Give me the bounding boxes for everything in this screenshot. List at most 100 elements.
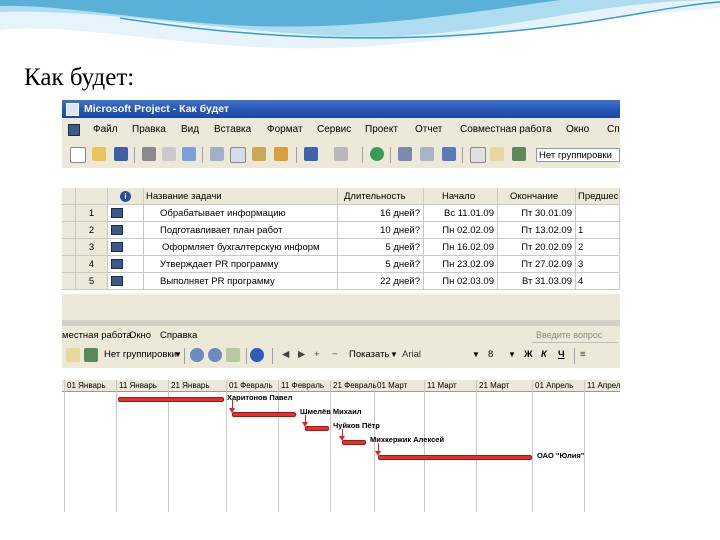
undo-icon[interactable] (304, 147, 318, 161)
row-selector[interactable] (62, 205, 76, 222)
task-predecessors[interactable]: 2 (576, 239, 620, 256)
chevron-down-icon[interactable]: ▼ (174, 350, 182, 359)
menu-service[interactable]: Сервис (317, 124, 351, 135)
column-header-predecessors[interactable]: Предшес (576, 188, 620, 205)
column-header-name[interactable]: Название задачи (144, 188, 338, 205)
document-icon[interactable] (68, 124, 80, 136)
minus-icon[interactable]: − (332, 349, 338, 360)
task-finish[interactable]: Пт 27.02.09 (498, 256, 576, 273)
task-finish[interactable]: Пт 13.02.09 (498, 222, 576, 239)
row-selector[interactable] (62, 273, 76, 290)
chevron-down-icon[interactable]: ▼ (508, 350, 516, 359)
task-predecessors[interactable]: 3 (576, 256, 620, 273)
save-icon[interactable] (114, 147, 128, 161)
cut-icon[interactable] (210, 147, 224, 161)
task-start[interactable]: Пн 23.02.09 (424, 256, 498, 273)
task-finish[interactable]: Пт 30.01.09 (498, 205, 576, 222)
print-icon[interactable] (142, 147, 156, 161)
task-name[interactable]: Оформляет бухгалтерскую информ (144, 239, 338, 256)
show-dropdown[interactable]: Показать (349, 349, 389, 360)
chevron-down-icon[interactable]: ▼ (390, 350, 398, 359)
row-selector[interactable] (62, 239, 76, 256)
spelling-icon[interactable] (182, 147, 196, 161)
task-duration[interactable]: 5 дней? (338, 256, 424, 273)
gantt-bar[interactable] (305, 426, 329, 431)
grouping-select[interactable]: Нет группировки (104, 349, 177, 360)
task-duration[interactable]: 22 дней? (338, 273, 424, 290)
task-duration[interactable]: 5 дней? (338, 239, 424, 256)
new-icon[interactable] (70, 147, 86, 163)
redo-icon[interactable] (334, 147, 348, 161)
entry-bar[interactable] (62, 168, 620, 189)
task-predecessors[interactable]: 4 (576, 273, 620, 290)
task-start[interactable]: Пн 16.02.09 (424, 239, 498, 256)
chevron-down-icon[interactable]: ▼ (472, 350, 480, 359)
task-name[interactable]: Выполняет PR программу (144, 273, 338, 290)
arrow-right-icon[interactable]: ▶ (298, 349, 305, 360)
menu-project[interactable]: Проект (365, 124, 398, 135)
notes-icon[interactable] (66, 348, 80, 362)
task-name[interactable]: Обрабатывает информацию (144, 205, 338, 222)
assign-resources-icon[interactable] (84, 348, 98, 362)
ask-question-input[interactable]: Введите вопрос (536, 330, 602, 340)
assign-resources-icon[interactable] (512, 147, 526, 161)
unlink-tasks-icon[interactable] (420, 147, 434, 161)
bold-button[interactable]: Ж (524, 349, 533, 360)
column-header-duration[interactable]: Длительность (338, 188, 424, 205)
open-icon[interactable] (92, 147, 106, 161)
link-tasks-icon[interactable] (398, 147, 412, 161)
menu-window[interactable]: Окно (129, 330, 151, 341)
arrow-left-icon[interactable]: ◀ (282, 349, 289, 360)
font-size-select[interactable]: 8 (488, 349, 493, 360)
menu-view[interactable]: Вид (181, 124, 199, 135)
task-info-icon[interactable] (470, 147, 486, 163)
help-icon[interactable] (250, 348, 264, 362)
column-header-finish[interactable]: Окончание (498, 188, 576, 205)
menu-report[interactable]: Отчет (415, 124, 442, 135)
column-header-start[interactable]: Начало (424, 188, 498, 205)
task-start[interactable]: Вс 11.01.09 (424, 205, 498, 222)
notes-icon[interactable] (490, 147, 504, 161)
gantt-bar[interactable] (378, 455, 532, 460)
gantt-bar[interactable] (342, 440, 366, 445)
row-selector[interactable] (62, 256, 76, 273)
menu-collaborate[interactable]: местная работа (62, 330, 132, 341)
task-finish[interactable]: Пт 20.02.09 (498, 239, 576, 256)
zoom-in-icon[interactable] (190, 348, 204, 362)
copy-icon[interactable] (230, 147, 246, 163)
menu-edit[interactable]: Правка (132, 124, 166, 135)
menu-help[interactable]: Справка (160, 330, 197, 341)
gantt-bar[interactable] (118, 397, 224, 402)
italic-button[interactable]: К (541, 349, 547, 360)
plus-icon[interactable]: + (314, 349, 320, 360)
task-duration[interactable]: 10 дней? (338, 222, 424, 239)
font-select[interactable]: Arial (402, 349, 421, 360)
menu-help[interactable]: Сп (607, 124, 620, 135)
underline-button[interactable]: Ч (558, 349, 565, 360)
task-start[interactable]: Пн 02.03.09 (424, 273, 498, 290)
task-name[interactable]: Подготавливает план работ (144, 222, 338, 239)
menu-collaborate[interactable]: Совместная работа (460, 124, 552, 135)
row-selector[interactable] (62, 222, 76, 239)
task-duration[interactable]: 16 дней? (338, 205, 424, 222)
menu-insert[interactable]: Вставка (214, 124, 251, 135)
task-start[interactable]: Пн 02.02.09 (424, 222, 498, 239)
task-name[interactable]: Утверждает PR программу (144, 256, 338, 273)
gantt-bar[interactable] (232, 412, 296, 417)
task-predecessors[interactable]: 1 (576, 222, 620, 239)
print-preview-icon[interactable] (162, 147, 176, 161)
column-header-id[interactable] (76, 188, 108, 205)
column-header-info[interactable]: i (108, 188, 144, 205)
goto-task-icon[interactable] (226, 348, 240, 362)
menu-format[interactable]: Формат (267, 124, 303, 135)
grouping-select[interactable]: Нет группировки (536, 148, 620, 162)
hyperlink-icon[interactable] (370, 147, 384, 161)
menu-file[interactable]: Файл (93, 124, 118, 135)
task-predecessors[interactable] (576, 205, 620, 222)
zoom-out-icon[interactable] (208, 348, 222, 362)
menu-window[interactable]: Окно (566, 124, 589, 135)
split-task-icon[interactable] (442, 147, 456, 161)
align-left-icon[interactable]: ≡ (580, 349, 586, 360)
paste-icon[interactable] (252, 147, 266, 161)
task-finish[interactable]: Вт 31.03.09 (498, 273, 576, 290)
